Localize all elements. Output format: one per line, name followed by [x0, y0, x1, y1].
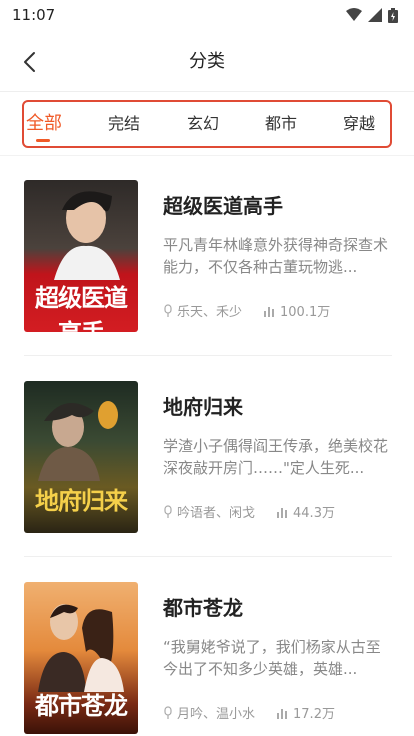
book-authors: 吟语者、闲戈	[177, 506, 256, 521]
tab-fantasy[interactable]: 玄幻	[187, 102, 219, 146]
book-count: 17.2万	[293, 707, 335, 722]
page-title: 分类	[189, 51, 225, 72]
list-divider	[24, 355, 392, 356]
status-bar: 11:07	[0, 0, 414, 30]
tab-label: 完结	[108, 114, 141, 133]
book-description: “我舅姥爷说了，我们杨家从古至今出了不知多少英雄，英雄...	[163, 638, 381, 678]
book-cover: 超级医道高手	[24, 180, 138, 332]
cover-figure	[54, 191, 120, 280]
popularity-icon	[277, 708, 288, 719]
list-divider	[24, 556, 392, 557]
tab-label: 都市	[265, 114, 298, 133]
book-count: 44.3万	[293, 506, 335, 521]
book-meta: 吟语者、闲戈 44.3万	[163, 502, 335, 521]
signal-icon	[368, 8, 382, 22]
book-meta: 乐天、禾少 100.1万	[163, 301, 330, 320]
book-title: 地府归来	[163, 395, 243, 419]
app-header: 分类	[0, 30, 414, 90]
cover-figure	[38, 604, 124, 692]
book-item[interactable]: 都市苍龙 都市苍龙 “我舅姥爷说了，我们杨家从古至今出了不知多少英雄，英雄...…	[24, 582, 392, 734]
author-icon	[164, 303, 172, 317]
tab-active-indicator	[36, 139, 50, 142]
book-item[interactable]: 地府归来 地府归来 学渣小子偶得阎王传承，绝美校花深夜敲开房门……"定人生死..…	[24, 381, 392, 533]
book-title: 都市苍龙	[163, 596, 243, 620]
author-icon	[164, 504, 172, 518]
book-item[interactable]: 超级医道高手 超级医道高手 平凡青年林峰意外获得神奇探查术能力，不仅各种古董玩物…	[24, 180, 392, 332]
tab-all[interactable]: 全部	[26, 102, 62, 146]
book-authors: 月吟、温小水	[177, 707, 256, 722]
tab-label: 全部	[26, 113, 62, 134]
battery-icon	[388, 7, 398, 23]
author-icon	[164, 705, 172, 719]
back-button[interactable]	[16, 48, 44, 76]
popularity-icon	[277, 507, 288, 518]
book-title: 超级医道高手	[163, 194, 283, 218]
book-cover: 地府归来	[24, 381, 138, 533]
book-count: 100.1万	[280, 305, 331, 320]
status-time: 11:07	[12, 6, 56, 24]
tab-urban[interactable]: 都市	[265, 102, 297, 146]
wifi-icon	[346, 8, 362, 21]
status-icons	[346, 7, 398, 23]
cover-figure	[38, 401, 118, 481]
book-description: 学渣小子偶得阎王传承，绝美校花深夜敲开房门……"定人生死...	[163, 437, 389, 477]
book-description: 平凡青年林峰意外获得神奇探查术能力，不仅各种古董玩物逃...	[163, 236, 389, 276]
book-cover: 都市苍龙	[24, 582, 138, 734]
book-authors: 乐天、禾少	[177, 305, 243, 320]
cover-title: 超级医道高手	[35, 283, 128, 332]
book-meta: 月吟、温小水 17.2万	[163, 703, 335, 722]
tabs-divider	[0, 155, 414, 156]
chevron-left-icon	[24, 52, 35, 72]
tab-label: 穿越	[343, 114, 376, 133]
tab-time-travel[interactable]: 穿越	[343, 102, 375, 146]
category-tabs: 全部 完结 玄幻 都市 穿越	[22, 100, 392, 148]
tab-completed[interactable]: 完结	[108, 102, 140, 146]
header-divider	[0, 91, 414, 92]
cover-title: 都市苍龙	[35, 691, 128, 720]
tab-label: 玄幻	[187, 114, 220, 133]
popularity-icon	[264, 306, 275, 317]
cover-title: 地府归来	[35, 486, 128, 515]
